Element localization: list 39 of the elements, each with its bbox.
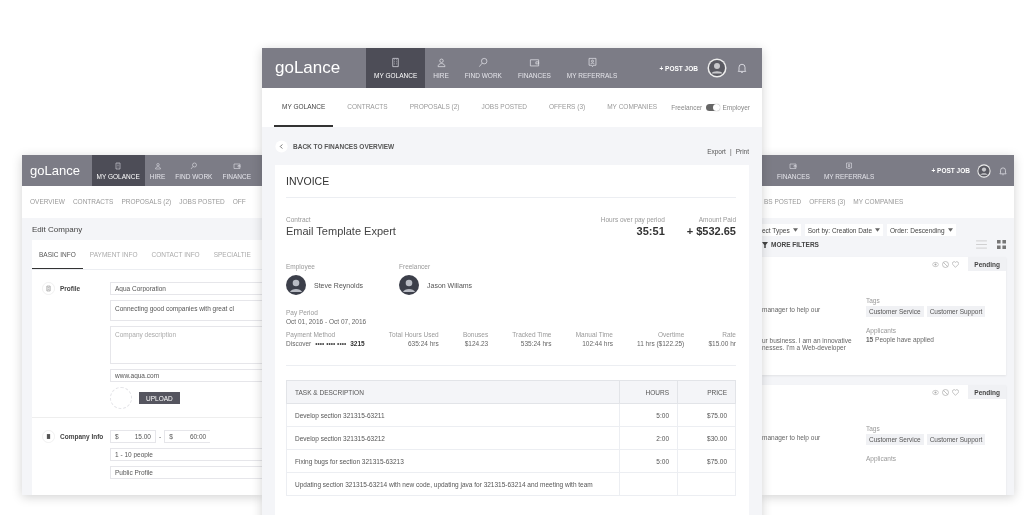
building-icon (390, 57, 402, 68)
building-icon (114, 161, 123, 170)
person-icon (435, 57, 447, 68)
eye-icon[interactable] (932, 388, 940, 396)
hours-value: 35:51 (636, 225, 665, 237)
wallet-icon (232, 161, 241, 170)
badge-icon (845, 161, 854, 170)
bell-icon[interactable] (998, 165, 1008, 176)
block-icon[interactable] (942, 260, 950, 268)
list-view-icon[interactable] (976, 240, 987, 249)
caret-icon (792, 228, 798, 232)
block-icon[interactable] (942, 388, 950, 396)
avatar (977, 163, 991, 178)
avatar (707, 58, 727, 78)
avatar (286, 275, 306, 295)
avatar (399, 275, 419, 295)
role-toggle[interactable] (706, 104, 719, 111)
chevron-left-icon (275, 139, 288, 153)
heart-icon[interactable] (952, 388, 960, 396)
logo: goLance (30, 163, 81, 178)
bell-icon[interactable] (736, 62, 748, 74)
document-icon (42, 282, 55, 295)
amount-value: + $532.65 (686, 225, 736, 237)
wallet-icon (528, 57, 540, 68)
page-title: Edit Company (32, 223, 84, 236)
badge-icon (586, 57, 598, 68)
grid-view-icon[interactable] (997, 240, 1006, 249)
building-icon (42, 430, 55, 443)
caret-icon (947, 228, 953, 232)
person-icon (153, 161, 162, 170)
heart-icon[interactable] (952, 260, 960, 268)
wallet-icon (789, 161, 798, 170)
logo: goLance (275, 58, 342, 78)
search-icon (477, 57, 489, 68)
eye-icon[interactable] (932, 260, 940, 268)
search-icon (189, 161, 198, 170)
invoice-title: INVOICE (286, 175, 331, 189)
contract-title: Email Template Expert (286, 225, 396, 237)
caret-icon (875, 228, 880, 232)
